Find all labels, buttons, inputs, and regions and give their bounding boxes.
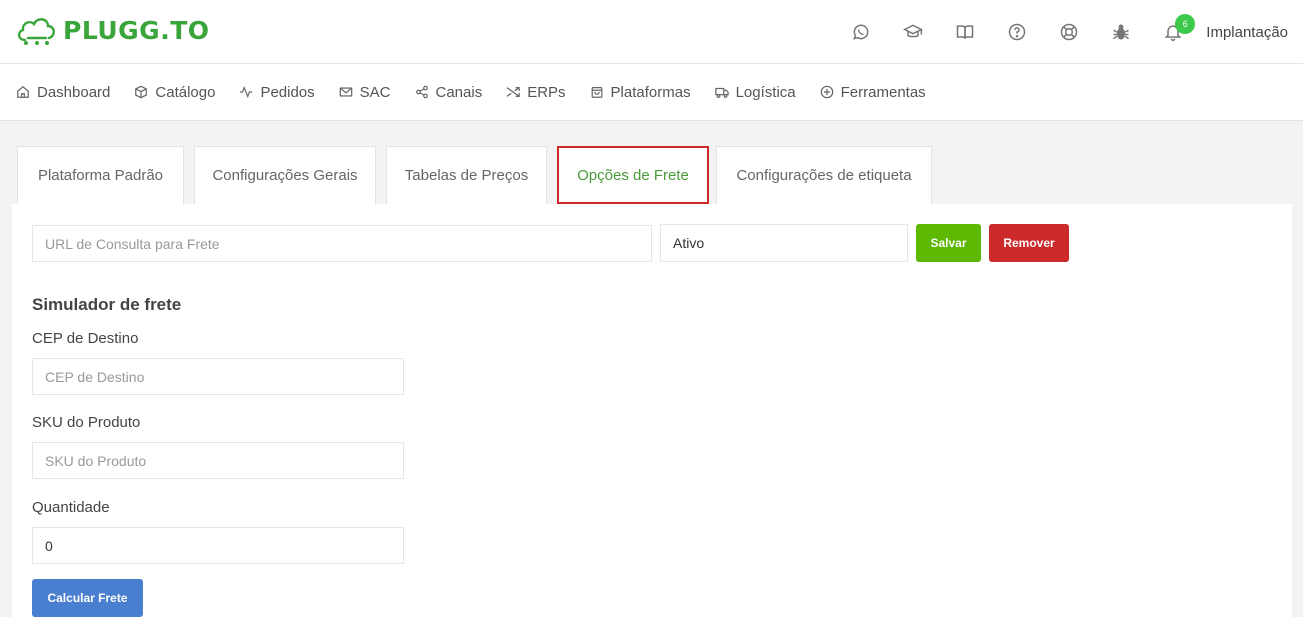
sku-label: SKU do Produto [32,414,141,431]
tab-tabelas-de-precos[interactable]: Tabelas de Preços [386,146,547,204]
logo[interactable]: PLUGG.TO [15,14,210,46]
help-button[interactable] [991,0,1043,64]
activity-icon [240,85,253,99]
whatsapp-button[interactable] [835,0,887,64]
main-nav: Dashboard Catálogo Pedidos SAC Canais ER… [0,64,1303,121]
nav-item-label: Dashboard [37,83,111,101]
nav-item-sac[interactable]: SAC [339,84,391,101]
truck-icon [714,87,729,98]
cep-placeholder: CEP de Destino [45,368,145,385]
whatsapp-icon [853,24,869,40]
url-placeholder: URL de Consulta para Frete [45,235,220,252]
top-header: PLUGG.TO 6 Implantação [0,0,1303,64]
shuffle-icon [506,87,520,97]
nav-item-label: SAC [359,83,391,101]
quantidade-input[interactable]: 0 [32,527,404,564]
bug-report-button[interactable] [1095,0,1147,64]
calcular-frete-button[interactable]: Calcular Frete [32,579,143,617]
nav-item-dashboard[interactable]: Dashboard [16,84,110,101]
nav-item-catalogo[interactable]: Catálogo [134,84,215,101]
home-icon [17,85,29,98]
quantidade-label: Quantidade [32,499,110,516]
nav-item-canais[interactable]: Canais [415,83,483,101]
nav-item-plataformas[interactable]: Plataformas [590,84,691,101]
tab-opcoes-de-frete[interactable]: Opções de Frete [557,146,709,204]
nav-item-erps[interactable]: ERPs [506,83,566,101]
bag-icon [591,87,602,98]
nav-item-label: Ferramentas [840,83,926,101]
nav-item-label: Plataformas [610,83,691,101]
box-icon [135,85,148,99]
status-select[interactable]: Ativo [660,224,908,262]
mail-icon [339,87,352,97]
graduation-cap-icon [903,24,924,38]
docs-button[interactable] [939,0,991,64]
nav-item-label: Logística [735,83,796,101]
url-consulta-frete-input[interactable]: URL de Consulta para Frete [32,225,652,262]
save-button[interactable]: Salvar [916,224,981,262]
support-button[interactable] [1043,0,1095,64]
plus-circle-icon [820,85,833,99]
nav-item-label: Pedidos [260,83,315,101]
cloud-logo-icon [17,18,55,45]
notification-badge: 6 [1175,14,1196,34]
academy-button[interactable] [887,0,939,64]
sku-produto-input[interactable]: SKU do Produto [32,442,404,479]
nav-item-logistica[interactable]: Logística [714,83,796,101]
nav-item-label: Canais [435,83,483,101]
tab-configuracoes-gerais[interactable]: Configurações Gerais [194,146,376,204]
help-icon [1009,23,1026,41]
sku-placeholder: SKU do Produto [45,452,147,469]
notifications-button[interactable]: 6 [1147,0,1199,64]
nav-item-label: ERPs [527,83,566,101]
brand-name: PLUGG.TO [63,15,210,45]
bug-icon [1113,24,1130,40]
cep-destino-input[interactable]: CEP de Destino [32,358,404,395]
user-menu[interactable]: Implantação [1199,24,1303,41]
quantidade-value: 0 [45,537,53,554]
cep-label: CEP de Destino [32,330,139,347]
remove-button[interactable]: Remover [989,224,1069,262]
nav-item-label: Catálogo [155,83,216,101]
nav-item-ferramentas[interactable]: Ferramentas [820,84,926,101]
lifebuoy-icon [1061,23,1078,41]
settings-tabs: Plataforma Padrão Configurações Gerais T… [17,146,942,204]
tab-plataforma-padrao[interactable]: Plataforma Padrão [17,146,184,204]
header-actions: 6 Implantação [835,0,1303,64]
nav-item-pedidos[interactable]: Pedidos [239,83,315,101]
simulator-title: Simulador de frete [32,295,182,314]
book-icon [957,25,974,39]
frete-panel: URL de Consulta para Frete Ativo Salvar … [12,204,1292,617]
tab-configuracoes-de-etiqueta[interactable]: Configurações de etiqueta [716,146,932,204]
share-icon [415,85,428,99]
status-value: Ativo [673,235,705,251]
